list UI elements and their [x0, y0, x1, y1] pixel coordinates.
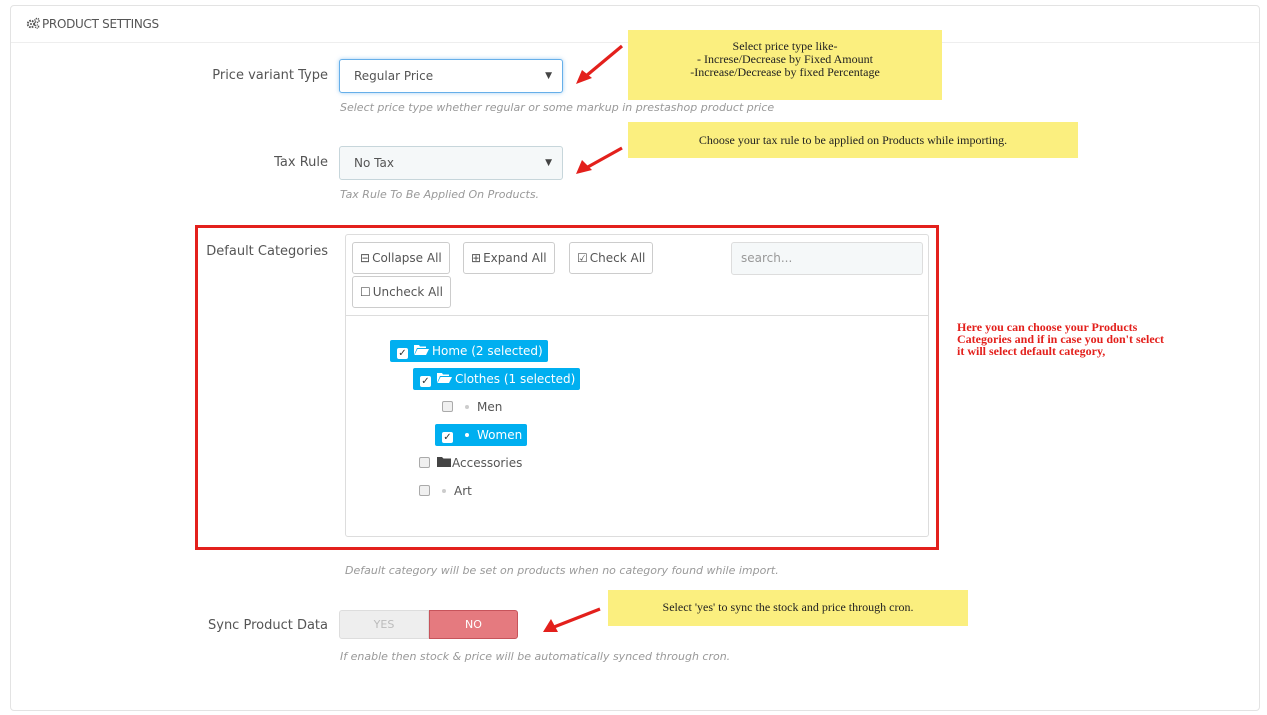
tree-node-label: Women — [477, 428, 523, 442]
tax-rule-select[interactable]: No Tax ▼ — [339, 146, 563, 180]
checkbox-unchecked[interactable] — [419, 457, 430, 468]
arrow-icon — [576, 44, 624, 84]
folder-icon — [437, 452, 451, 474]
tree-node-art[interactable]: Art — [419, 480, 472, 502]
chevron-down-icon: ▼ — [545, 158, 552, 168]
collapse-all-label: Collapse All — [372, 251, 442, 265]
folder-open-icon — [414, 340, 429, 362]
sync-yes-option[interactable]: YES — [339, 610, 429, 639]
tree-node-accessories[interactable]: Accessories — [419, 452, 522, 474]
check-all-button[interactable]: ☑ Check All — [569, 242, 654, 274]
price-variant-label: Price variant Type — [212, 68, 328, 83]
gears-icon — [26, 17, 40, 32]
tree-node-label: Accessories — [452, 456, 523, 470]
expand-all-button[interactable]: ⊞ Expand All — [463, 242, 555, 274]
check-all-label: Check All — [589, 251, 646, 265]
price-variant-select[interactable]: Regular Price ▼ — [339, 59, 563, 93]
note-line: -Increase/Decrease by fixed Percentage — [690, 65, 880, 79]
expand-all-label: Expand All — [483, 251, 547, 265]
uncheck-all-label: Uncheck All — [372, 285, 443, 299]
arrow-icon — [576, 146, 623, 174]
checkbox-checked[interactable]: ✓ — [420, 376, 431, 387]
checkbox-unchecked[interactable] — [419, 485, 430, 496]
category-search-input[interactable]: search... — [731, 242, 923, 275]
checkbox-checked[interactable]: ✓ — [442, 432, 453, 443]
collapse-icon: ⊟ — [360, 251, 371, 265]
tax-rule-value: No Tax — [354, 156, 394, 170]
checkbox-checked[interactable]: ✓ — [397, 348, 408, 359]
expand-icon: ⊞ — [471, 251, 482, 265]
collapse-all-button[interactable]: ⊟ Collapse All — [352, 242, 450, 274]
tree-toolbar: ⊟ Collapse All ⊞ Expand All ☑ Check All sea… — [346, 235, 928, 316]
tree-node-clothes[interactable]: ✓ Clothes (1 selected) — [413, 368, 581, 390]
tree-node-home[interactable]: ✓ Home (2 selected) — [390, 340, 548, 362]
sync-switch[interactable]: YES NO — [339, 610, 518, 639]
tree-node-label: Home (2 selected) — [432, 344, 543, 358]
chevron-down-icon: ▼ — [545, 71, 552, 81]
uncheck-all-button[interactable]: ☐ Uncheck All — [352, 276, 451, 308]
bullet-icon — [465, 432, 469, 437]
unchecked-box-icon: ☐ — [360, 285, 371, 299]
arrow-icon — [543, 607, 601, 632]
sync-help: If enable then stock & price will be aut… — [340, 650, 731, 663]
price-variant-value: Regular Price — [354, 69, 434, 83]
tax-rule-note: Choose your tax rule to be applied on Pr… — [628, 122, 1078, 158]
tree-node-label: Clothes (1 selected) — [455, 372, 576, 386]
tree-node-men[interactable]: Men — [442, 396, 502, 418]
bullet-icon — [442, 488, 446, 493]
price-variant-note: Select price type like- - Increse/Decrea… — [628, 30, 942, 100]
folder-open-icon — [437, 368, 452, 390]
tree-node-label: Men — [477, 400, 503, 414]
checked-box-icon: ☑ — [577, 251, 588, 265]
note-line: it will select default category, — [957, 344, 1106, 358]
default-categories-help: Default category will be set on products… — [345, 564, 779, 577]
sync-note: Select 'yes' to sync the stock and price… — [608, 590, 968, 626]
categories-note: Here you can choose your Products Catego… — [957, 321, 1164, 357]
sync-product-label: Sync Product Data — [208, 618, 328, 633]
tax-rule-label: Tax Rule — [274, 155, 328, 170]
tree-node-label: Art — [454, 484, 472, 498]
checkbox-unchecked[interactable] — [442, 401, 453, 412]
sync-no-option[interactable]: NO — [429, 610, 518, 639]
category-tree-panel: ⊟ Collapse All ⊞ Expand All ☑ Check All sea… — [345, 234, 929, 537]
price-variant-help: Select price type whether regular or som… — [340, 101, 775, 114]
bullet-icon — [465, 404, 469, 409]
panel-title: PRODUCT SETTINGS — [42, 17, 159, 31]
tree-node-women[interactable]: ✓ Women — [435, 424, 528, 446]
tax-rule-help: Tax Rule To Be Applied On Products. — [340, 188, 540, 201]
